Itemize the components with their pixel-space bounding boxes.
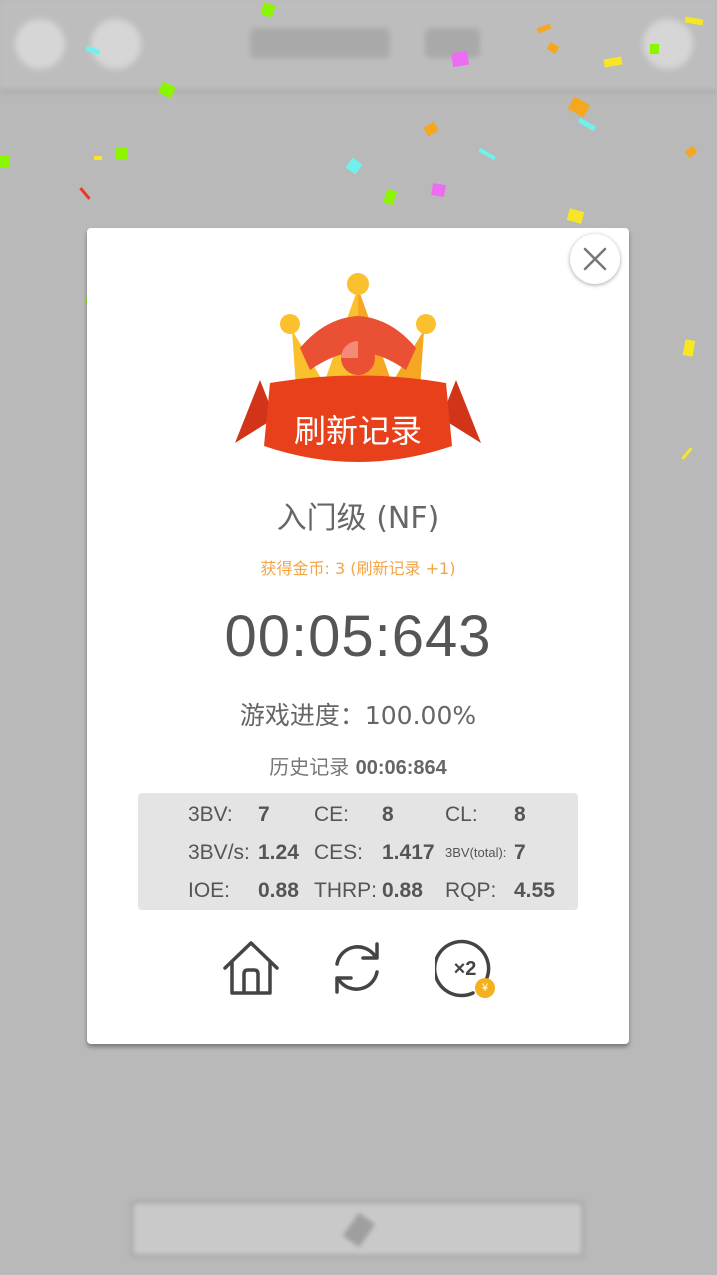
history-record: 历史记录 00:06:864	[87, 751, 629, 780]
background-title	[250, 28, 390, 58]
background-header	[0, 0, 717, 90]
stat-label: 3BV:	[188, 803, 233, 826]
stat-value: 0.88	[258, 879, 299, 902]
background-divider	[0, 90, 717, 93]
stat-value: 8	[382, 803, 394, 826]
difficulty-level: 入门级 (NF)	[276, 501, 440, 536]
stat-value: 0.88	[382, 879, 423, 902]
home-icon	[223, 941, 279, 995]
home-button[interactable]	[221, 938, 281, 998]
stat-label: RQP:	[445, 879, 497, 902]
stat-value: 7	[258, 803, 270, 826]
stat-value: 1.417	[382, 841, 435, 864]
stat-label: THRP:	[314, 879, 377, 902]
stat-value: 8	[514, 803, 526, 826]
stat-label: IOE:	[188, 879, 231, 902]
stat-value: 4.55	[514, 879, 555, 902]
stat-value: 7	[514, 841, 526, 864]
stat-label: CE:	[314, 803, 350, 826]
stat-label: 3BV(total):	[445, 845, 507, 860]
background-edit-bar	[130, 1200, 585, 1258]
new-record-label: 刷新记录	[293, 412, 422, 450]
background-settings-icon	[90, 18, 142, 70]
background-pen-icon	[342, 1212, 376, 1248]
coin-icon: ¥	[475, 978, 495, 998]
game-time: 00:05:643	[224, 604, 492, 669]
stats-panel: 3BV: 7 CE: 8 CL: 8 3BV/s: 1.24 CES: 1.41…	[138, 793, 578, 910]
stat-label: 3BV/s:	[188, 841, 250, 864]
x2-text: ×2	[454, 958, 477, 980]
background-menu-icon	[14, 18, 66, 70]
restart-button[interactable]	[327, 938, 387, 998]
refresh-icon	[335, 942, 379, 994]
stat-label: CES:	[314, 841, 364, 864]
stat-value: 1.24	[258, 841, 299, 864]
coins-earned: 获得金币: 3 (刷新记录 +1)	[260, 559, 456, 578]
history-label: 历史记录	[269, 755, 350, 779]
close-icon	[583, 247, 607, 271]
game-progress: 游戏进度：100.00%	[239, 701, 477, 730]
history-value: 00:06:864	[355, 757, 447, 779]
close-button[interactable]	[570, 234, 620, 284]
stat-label: CL:	[445, 803, 478, 826]
